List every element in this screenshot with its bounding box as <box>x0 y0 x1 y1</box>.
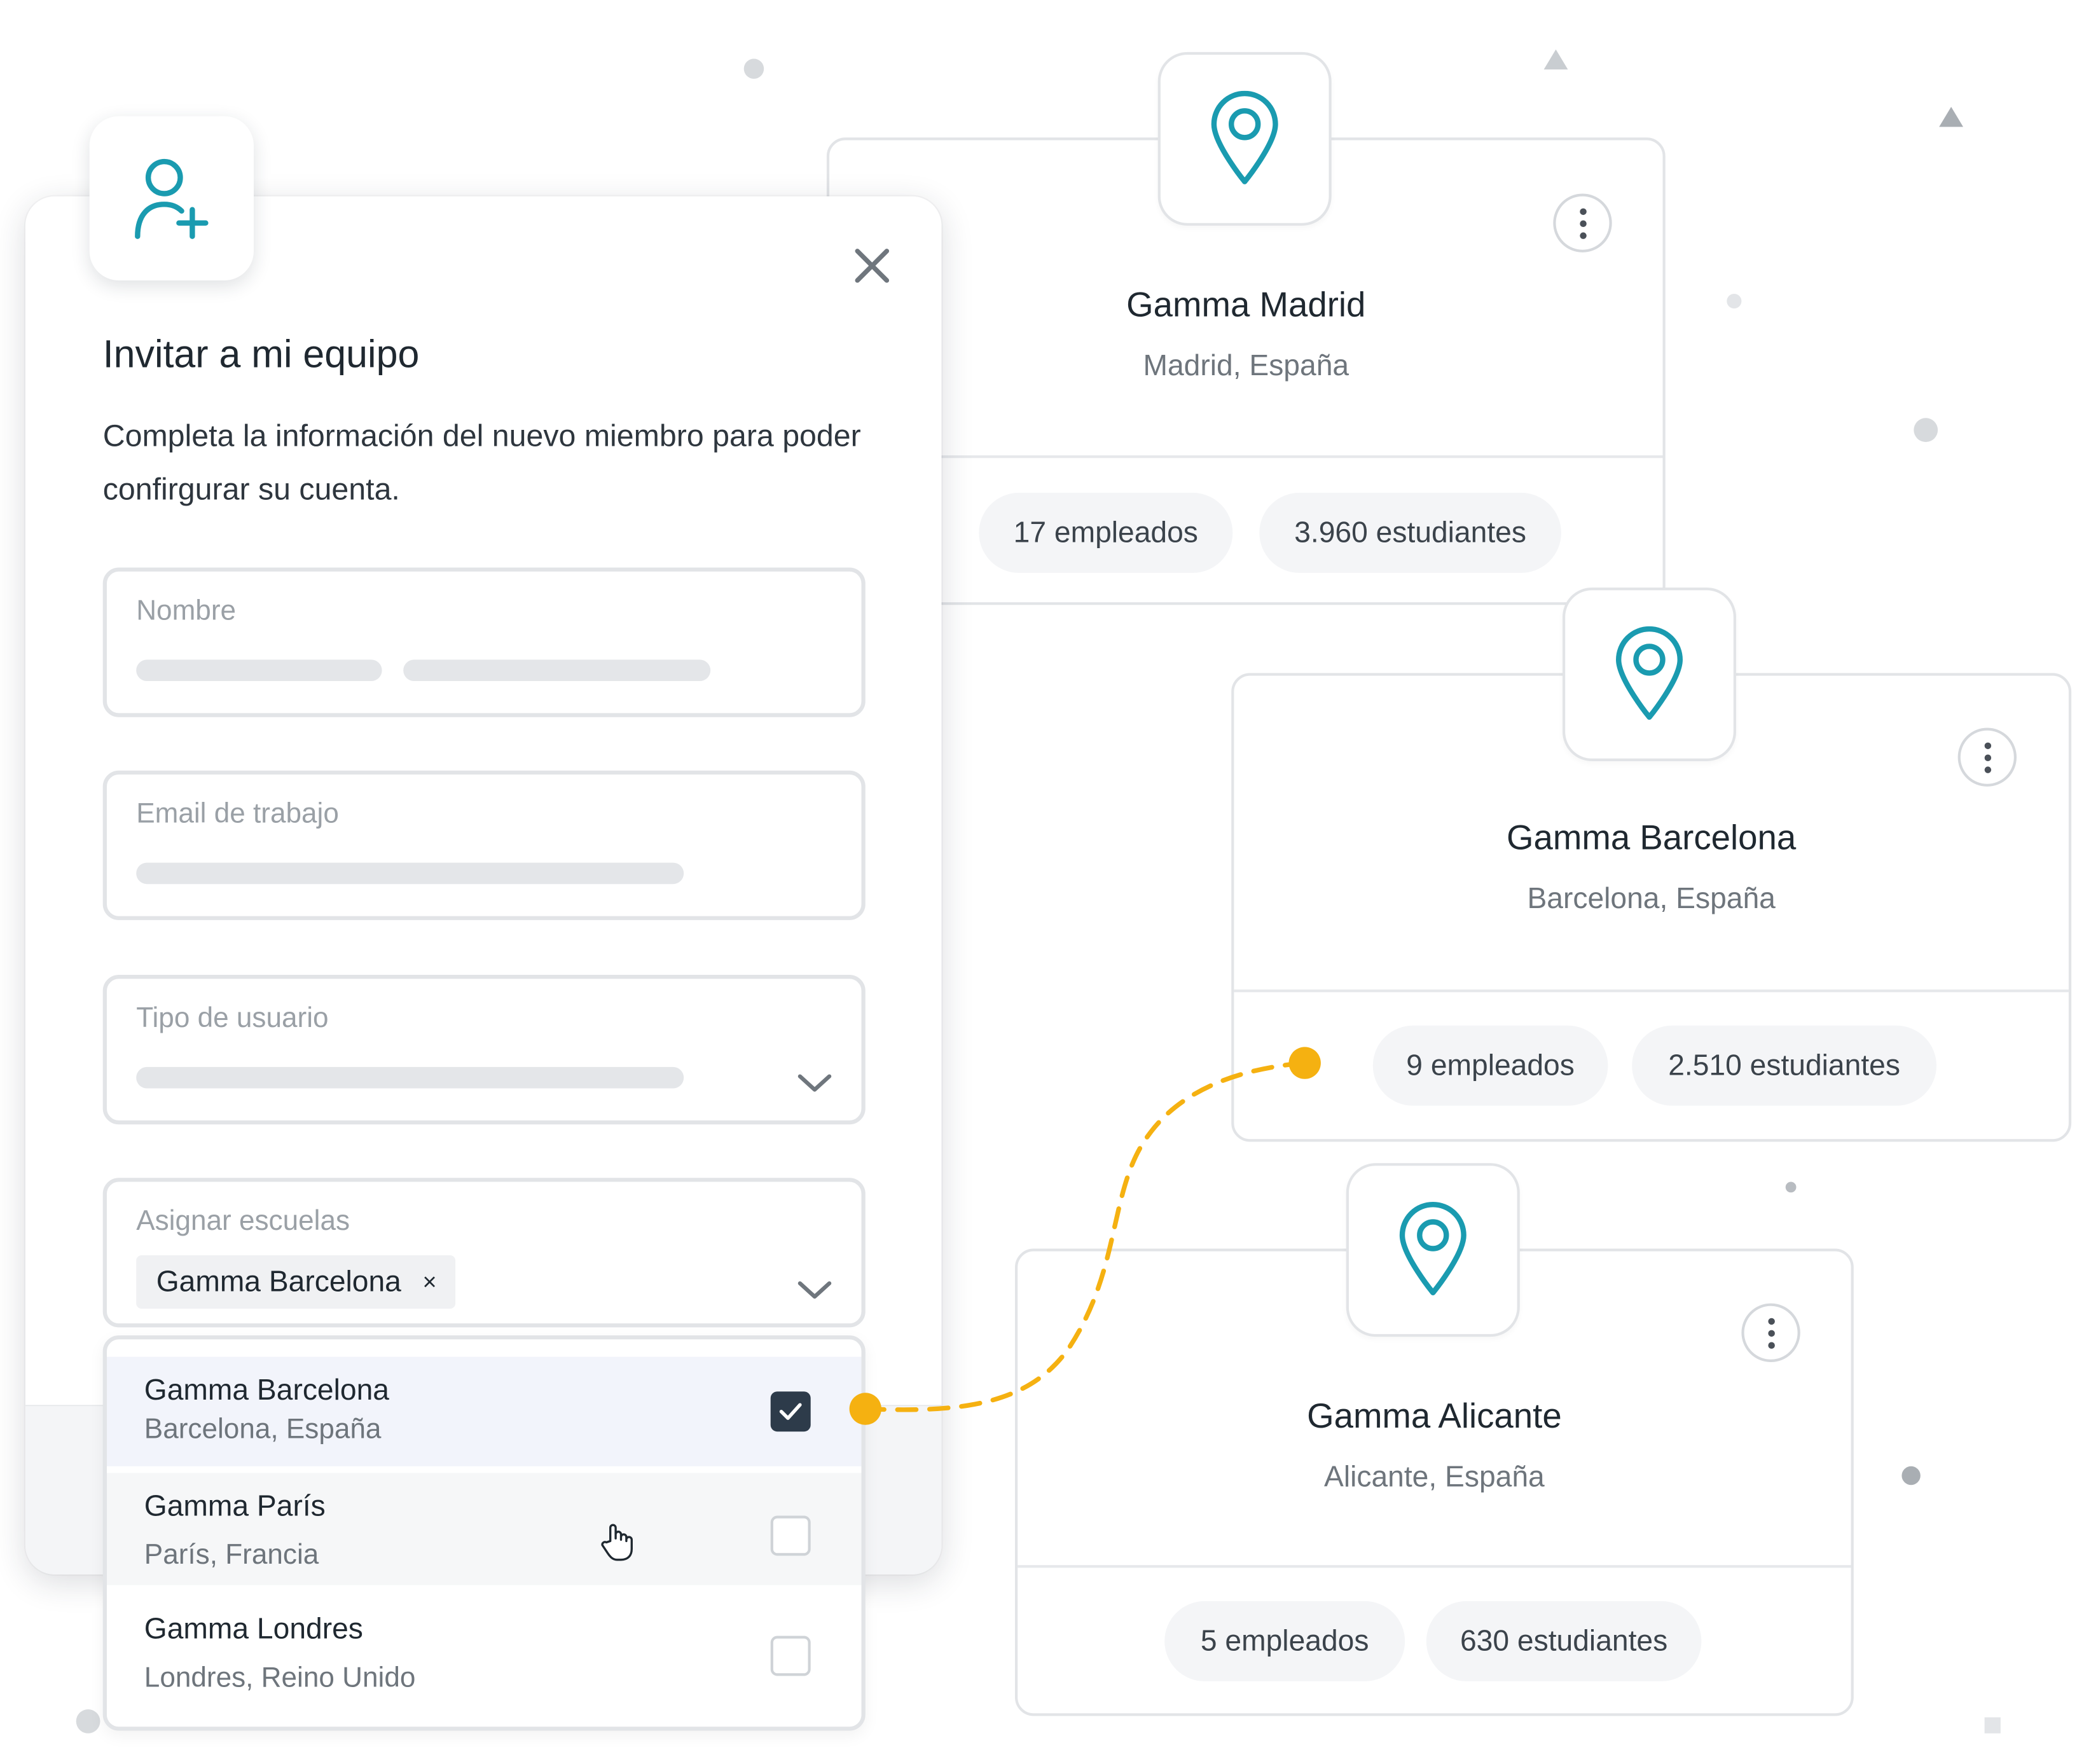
students-badge: 3.960 estudiantes <box>1259 492 1561 573</box>
user-type-select[interactable]: Tipo de usuario <box>102 974 866 1125</box>
checkbox-checked[interactable] <box>770 1391 811 1432</box>
field-label: Nombre <box>136 595 237 626</box>
decor-triangle <box>1543 49 1568 70</box>
placeholder-bar <box>136 862 684 885</box>
close-icon <box>855 249 890 283</box>
dropdown-option[interactable]: Gamma Barcelona Barcelona, España <box>107 1356 862 1466</box>
card-divider <box>1018 1565 1851 1568</box>
dot-icon <box>1579 219 1586 226</box>
modal-title: Invitar a mi equipo <box>102 334 420 377</box>
field-label: Asignar escuelas <box>136 1206 350 1237</box>
option-location: París, Francia <box>144 1540 319 1571</box>
decor-dot <box>743 59 764 79</box>
email-field[interactable]: Email de trabajo <box>102 770 866 920</box>
option-location: Londres, Reino Unido <box>144 1662 416 1693</box>
dot-icon <box>1984 754 1991 761</box>
illustration-stage: Gamma Madrid Madrid, España 17 empleados… <box>0 0 2091 1764</box>
dot-icon <box>1984 766 1991 773</box>
dropdown-option[interactable]: Gamma París París, Francia <box>107 1473 862 1585</box>
avatar-badge <box>89 116 254 280</box>
schools-select[interactable]: Asignar escuelas Gamma Barcelona × <box>102 1178 866 1328</box>
tag-label: Gamma Barcelona <box>156 1264 401 1299</box>
field-label: Tipo de usuario <box>136 1003 329 1034</box>
option-name: Gamma Barcelona <box>144 1372 389 1407</box>
hand-cursor-icon <box>601 1524 633 1561</box>
dot-icon <box>1767 1341 1774 1348</box>
card-title: Gamma Alicante <box>1307 1395 1562 1436</box>
close-button[interactable] <box>850 243 895 288</box>
card-location: Alicante, España <box>1324 1459 1545 1493</box>
employees-badge: 5 empleados <box>1164 1601 1405 1681</box>
card-divider <box>1234 989 2069 993</box>
chevron-down-icon <box>797 1074 832 1092</box>
location-pin-icon <box>1615 626 1683 720</box>
checkbox-unchecked[interactable] <box>770 1515 811 1556</box>
more-options-button[interactable] <box>1553 193 1612 252</box>
students-badge: 2.510 estudiantes <box>1632 1025 1936 1106</box>
selected-school-tag: Gamma Barcelona × <box>136 1255 455 1309</box>
card-divider <box>829 455 1663 458</box>
option-location: Barcelona, España <box>144 1414 382 1445</box>
more-options-button[interactable] <box>1741 1303 1800 1362</box>
dot-icon <box>1579 231 1586 238</box>
card-title: Gamma Madrid <box>1126 284 1366 325</box>
location-pin-icon <box>1211 90 1278 184</box>
employees-badge: 9 empleados <box>1372 1025 1608 1106</box>
students-badge: 630 estudiantes <box>1426 1601 1702 1681</box>
decor-triangle <box>1939 107 1963 127</box>
decor-square <box>1984 1717 2001 1733</box>
option-name: Gamma París <box>144 1489 326 1523</box>
modal-description: Completa la información del nuevo miembr… <box>102 418 861 506</box>
placeholder-bar <box>136 1066 684 1089</box>
dropdown-option[interactable]: Gamma Londres Londres, Reino Unido <box>107 1593 862 1727</box>
decor-dot <box>1785 1182 1797 1193</box>
name-field[interactable]: Nombre <box>102 567 866 717</box>
card-location: Madrid, España <box>1143 348 1349 382</box>
field-label: Email de trabajo <box>136 798 339 830</box>
dot-icon <box>1984 741 1991 749</box>
dot-icon <box>1767 1329 1774 1337</box>
decor-dot <box>1914 418 1938 443</box>
dot-icon <box>1579 207 1586 215</box>
connector-endpoint <box>849 1393 881 1425</box>
check-icon <box>779 1403 802 1420</box>
placeholder-bar <box>136 659 382 681</box>
decor-dot <box>1727 293 1742 309</box>
connector-endpoint <box>1288 1047 1321 1079</box>
user-plus-icon <box>134 158 208 238</box>
option-name: Gamma Londres <box>144 1611 363 1646</box>
location-pin-icon <box>1399 1202 1466 1295</box>
location-pin-box <box>1157 52 1332 226</box>
checkbox-unchecked[interactable] <box>770 1636 811 1676</box>
card-location: Barcelona, España <box>1527 881 1776 915</box>
chevron-down-icon <box>797 1281 832 1299</box>
location-pin-box <box>1563 587 1736 761</box>
more-options-button[interactable] <box>1957 727 2017 787</box>
schools-dropdown: Gamma Barcelona Barcelona, España Gamma … <box>102 1335 866 1731</box>
placeholder-bar <box>403 659 711 681</box>
card-title: Gamma Barcelona <box>1507 817 1797 858</box>
location-pin-box <box>1346 1163 1520 1337</box>
remove-tag-icon[interactable]: × <box>422 1268 436 1296</box>
decor-dot <box>1901 1466 1921 1485</box>
decor-dot <box>76 1709 100 1733</box>
dot-icon <box>1767 1317 1774 1325</box>
employees-badge: 17 empleados <box>979 492 1233 573</box>
